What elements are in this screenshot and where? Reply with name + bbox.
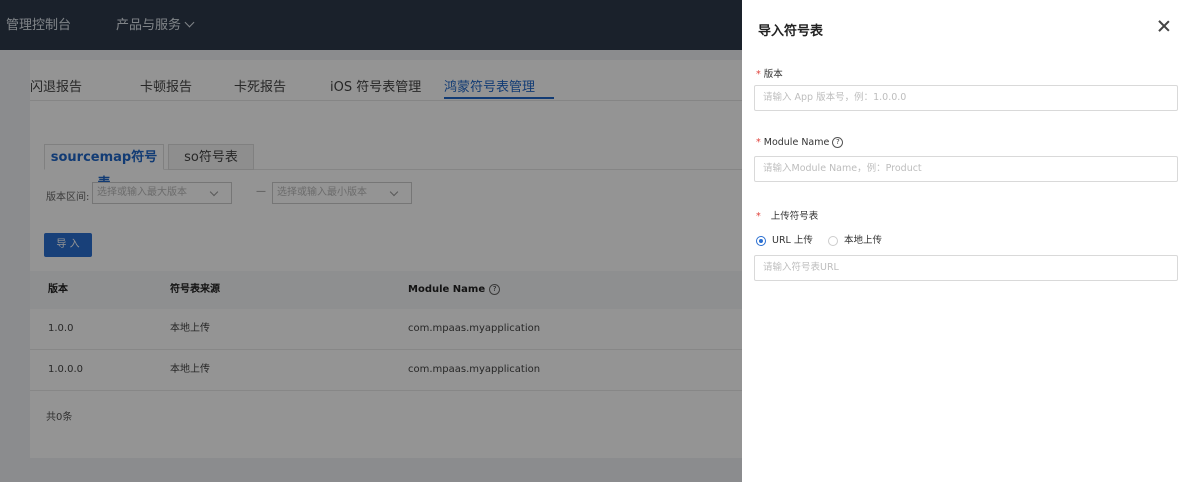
required-mark: * — [756, 69, 761, 80]
close-icon[interactable] — [1156, 18, 1172, 34]
radio-local-label[interactable]: 本地上传 — [844, 234, 882, 248]
module-name-input[interactable]: 请输入Module Name，例：Product — [754, 156, 1178, 182]
help-icon[interactable]: ? — [832, 137, 844, 148]
version-input[interactable]: 请输入 App 版本号，例：1.0.0.0 — [754, 85, 1178, 111]
radio-url-upload[interactable] — [756, 236, 766, 246]
url-placeholder: 请输入符号表URL — [763, 262, 839, 273]
required-mark: * — [756, 211, 761, 222]
module-placeholder: 请输入Module Name，例：Product — [763, 163, 922, 174]
required-mark: * — [756, 137, 761, 148]
radio-url-label[interactable]: URL 上传 — [772, 234, 813, 248]
symbol-url-input[interactable]: 请输入符号表URL — [754, 255, 1178, 281]
radio-local-upload[interactable] — [828, 236, 838, 246]
import-symbol-drawer: 导入符号表 * 版本 请输入 App 版本号，例：1.0.0.0 * Module … — [742, 0, 1184, 482]
upload-label-text: 上传符号表 — [770, 211, 819, 222]
version-label-text: 版本 — [763, 69, 783, 80]
version-placeholder: 请输入 App 版本号，例：1.0.0.0 — [763, 92, 907, 103]
version-field-label: * 版本 — [756, 66, 783, 80]
console-page: 管理控制台 产品与服务 闪退报告 卡顿报告 卡死报告 iOS 符号表管理 鸿蒙符… — [0, 0, 742, 482]
modal-overlay[interactable] — [0, 0, 742, 482]
module-label-text: Module Name — [763, 137, 830, 148]
module-field-label: * Module Name? — [756, 137, 844, 148]
upload-field-label: * 上传符号表 — [756, 208, 818, 222]
drawer-title: 导入符号表 — [758, 24, 824, 39]
